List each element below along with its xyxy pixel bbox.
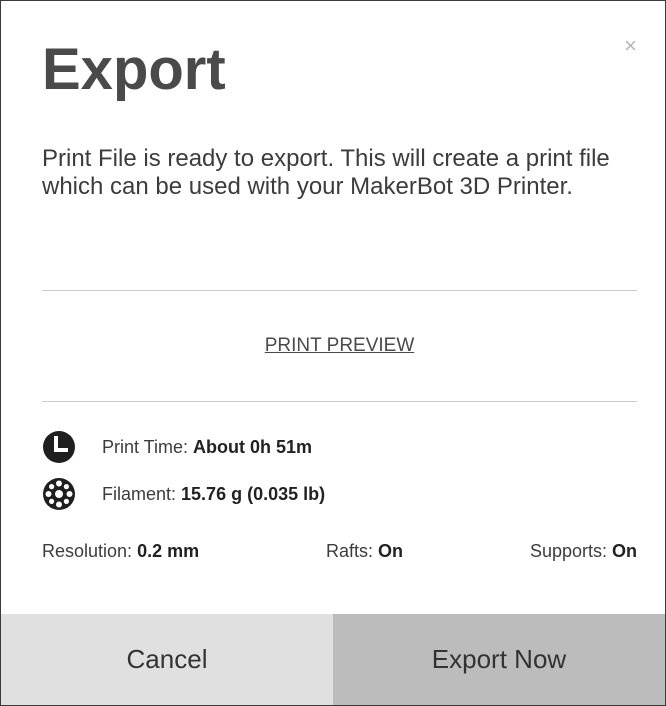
close-icon[interactable]: × — [624, 35, 637, 57]
filament-value: 15.76 g (0.035 lb) — [181, 483, 326, 504]
resolution-label: Resolution: — [42, 541, 133, 561]
cancel-button[interactable]: Cancel — [1, 614, 333, 705]
rafts-setting: Rafts: On — [326, 541, 403, 562]
export-now-button[interactable]: Export Now — [333, 614, 665, 705]
dialog-footer: Cancel Export Now — [1, 614, 665, 705]
divider-bottom — [42, 401, 637, 402]
supports-label: Supports: — [529, 541, 607, 561]
rafts-label: Rafts: — [326, 541, 374, 561]
supports-value: On — [611, 541, 637, 561]
divider-top — [42, 290, 637, 291]
resolution-value: 0.2 mm — [137, 541, 200, 561]
print-time-row: Print Time: About 0h 51m — [42, 430, 312, 464]
print-time-value: About 0h 51m — [193, 436, 313, 457]
print-settings-row: Resolution: 0.2 mm Rafts: On Supports: On — [42, 541, 637, 562]
export-dialog: × Export Print File is ready to export. … — [0, 0, 666, 706]
dialog-description: Print File is ready to export. This will… — [42, 145, 610, 200]
print-preview-link[interactable]: PRINT PREVIEW — [42, 335, 637, 357]
filament-row: Filament: 15.76 g (0.035 lb) — [42, 477, 325, 511]
print-time-label: Print Time: — [102, 436, 189, 457]
filament-label: Filament: — [102, 483, 177, 504]
clock-icon — [43, 431, 75, 463]
rafts-value: On — [378, 541, 404, 561]
dialog-title: Export — [42, 37, 226, 102]
supports-setting: Supports: On — [530, 541, 637, 562]
resolution-setting: Resolution: 0.2 mm — [42, 541, 199, 562]
filament-spool-icon — [43, 478, 75, 510]
